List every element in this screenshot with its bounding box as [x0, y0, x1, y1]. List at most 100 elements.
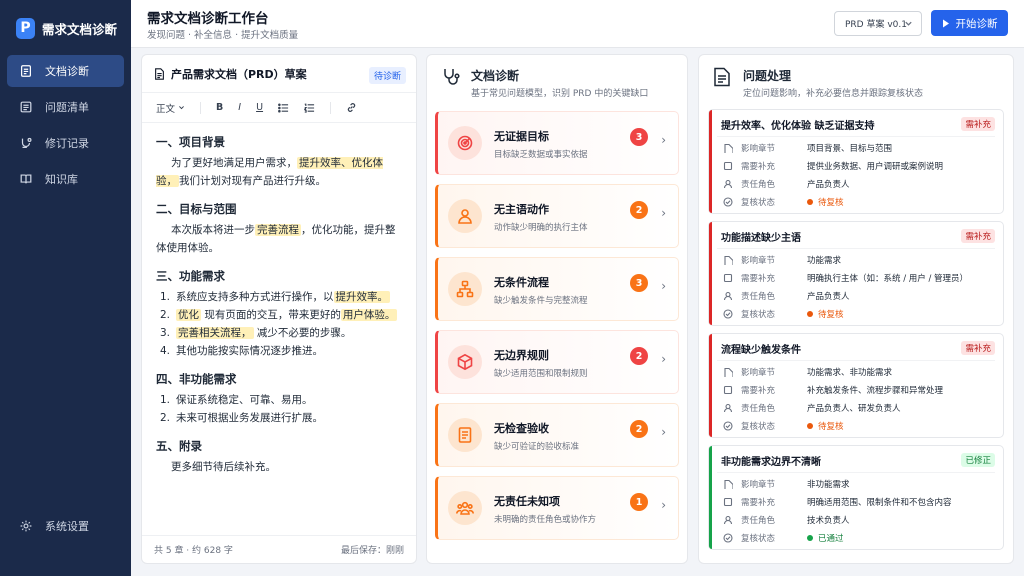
text-style-select[interactable]: 正文	[156, 101, 185, 115]
user-icon	[723, 403, 733, 413]
section-heading: 四、非功能需求	[156, 372, 237, 386]
divider	[717, 248, 995, 249]
issue-count-badge: 1	[630, 493, 648, 511]
sidebar-item-document-diagnosis[interactable]: 文档诊断	[7, 55, 124, 87]
issue-subtitle: 定位问题影响，补充必要信息并跟踪复核状态	[743, 89, 924, 99]
section-heading: 五、附录	[156, 439, 202, 453]
flow-icon	[448, 272, 482, 306]
sidebar: P 需求文档诊断 文档诊断 问题清单 修订记录 知识库 系统设置	[0, 0, 131, 576]
issue-row-review: 复核状态 待复核	[723, 417, 995, 435]
start-diagnosis-label: 开始诊断	[955, 17, 998, 30]
row-value: 项目背景、目标与范围	[807, 144, 893, 154]
issue-row-review: 复核状态 已通过	[723, 529, 995, 547]
sidebar-item-label: 文档诊断	[45, 65, 89, 78]
issue-row-chapter: 影响章节 项目背景、目标与范围	[723, 139, 995, 157]
team-icon	[448, 491, 482, 525]
sidebar-item-label: 系统设置	[45, 520, 89, 533]
paragraph: 更多细节待后续补充。	[171, 461, 276, 473]
checkbox-icon	[723, 497, 733, 507]
highlight: 用户体验。	[340, 309, 398, 321]
brand-name: 需求文档诊断	[41, 21, 117, 37]
diagnosis-desc: 未明确的责任角色或协作方	[494, 515, 597, 525]
sidebar-item-label: 问题清单	[45, 101, 89, 114]
chevron-right-icon: ›	[661, 352, 666, 366]
diagnosis-subtitle: 基于常见问题模型，识别 PRD 中的关键缺口	[471, 89, 649, 99]
row-label: 责任角色	[741, 180, 776, 190]
file-icon	[724, 143, 733, 153]
link-icon[interactable]	[346, 102, 357, 113]
diagnosis-list: 无证据目标 目标缺乏数据或事实依据 3 › 无主语动作 动作缺少明确的执行主体 2 › 无条件流…	[427, 109, 687, 551]
issue-list: 提升效率、优化体验 缺乏证据支持 需补充 影响章节 项目背景、目标与范围 需要补充 提供业…	[699, 107, 1013, 559]
check-circle-icon	[723, 197, 733, 207]
page-subtitle: 发现问题 · 补全信息 · 提升文档质量	[147, 30, 299, 41]
top-header: 需求文档诊断工作台 发现问题 · 补全信息 · 提升文档质量 PRD 草案 v0…	[131, 0, 1024, 48]
row-value: 待复核	[818, 198, 844, 208]
issue-panel: 问题处理 定位问题影响，补充必要信息并跟踪复核状态 提升效率、优化体验 缺乏证据…	[698, 54, 1014, 564]
diagnosis-card[interactable]: 无检查验收 缺少可验证的验收标准 2 ›	[435, 403, 679, 467]
divider	[717, 472, 995, 473]
issue-row-role: 责任角色 产品负责人	[723, 287, 995, 305]
list-icon	[20, 101, 32, 113]
issue-row-supplement: 需要补充 补充触发条件、流程步骤和异常处理	[723, 381, 995, 399]
user-icon	[723, 179, 733, 189]
sidebar-item-knowledge-base[interactable]: 知识库	[7, 163, 124, 195]
diagnosis-panel: 文档诊断 基于常见问题模型，识别 PRD 中的关键缺口 无证据目标 目标缺乏数据或…	[426, 54, 688, 564]
issue-title: 问题处理	[743, 69, 792, 83]
issue-count-badge: 3	[630, 128, 648, 146]
italic-button[interactable]: I	[238, 102, 241, 113]
issue-row-supplement: 需要补充 明确适用范围、限制条件和不包含内容	[723, 493, 995, 511]
list-item: 1. 系统应支持多种方式进行操作，以 提升效率。	[160, 291, 391, 303]
chevron-down-icon	[179, 106, 184, 110]
row-value: 已通过	[818, 534, 844, 544]
row-value: 明确适用范围、限制条件和不包含内容	[807, 498, 952, 508]
sidebar-item-settings[interactable]: 系统设置	[7, 510, 124, 542]
status-bar	[709, 110, 712, 213]
numbered-list-icon[interactable]	[304, 103, 315, 113]
issue-count-badge: 3	[630, 274, 648, 292]
brand: P 需求文档诊断	[0, 0, 131, 44]
chevron-right-icon: ›	[661, 425, 666, 439]
diagnosis-title: 文档诊断	[471, 69, 520, 83]
diagnosis-card[interactable]: 无边界规则 缺少适用范围和限制规则 2 ›	[435, 330, 679, 394]
sidebar-item-label: 知识库	[45, 173, 78, 186]
diagnosis-name: 无检查验收	[494, 422, 549, 435]
underline-button[interactable]: U	[256, 102, 263, 113]
user-icon	[448, 199, 482, 233]
diagnosis-card[interactable]: 无责任未知项 未明确的责任角色或协作方 1 ›	[435, 476, 679, 540]
bold-button[interactable]: B	[216, 102, 223, 113]
row-value: 功能需求、非功能需求	[807, 368, 893, 378]
document-panel: 产品需求文档（PRD）草案 待诊断 正文 B I U 一、项目背景 为了更好地满…	[141, 54, 417, 564]
status-badge: 需补充	[961, 229, 995, 243]
status-bar	[709, 446, 712, 549]
checkbox-icon	[723, 273, 733, 283]
sidebar-item-issue-list[interactable]: 问题清单	[7, 91, 124, 123]
row-value: 功能需求	[807, 256, 842, 266]
status-bar	[709, 222, 712, 325]
sidebar-nav: 文档诊断 问题清单 修订记录 知识库	[0, 55, 131, 195]
file-text-icon	[155, 67, 164, 80]
row-label: 需要补充	[741, 386, 776, 396]
issue-card-title: 提升效率、优化体验 缺乏证据支持	[721, 121, 875, 132]
version-select[interactable]: PRD 草案 v0.1	[834, 11, 922, 36]
issue-card[interactable]: 流程缺少触发条件 需补充 影响章节 功能需求、非功能需求 需要补充 补充触发条件、流程步骤…	[708, 333, 1004, 438]
document-icon	[21, 65, 31, 77]
issue-card[interactable]: 提升效率、优化体验 缺乏证据支持 需补充 影响章节 项目背景、目标与范围 需要补充 提供业…	[708, 109, 1004, 214]
check-circle-icon	[723, 421, 733, 431]
document-content[interactable]: 一、项目背景 为了更好地满足用户需求， 提升效率、优化体验， 我们计划对现有产品进行…	[142, 123, 416, 482]
bullet-list-icon[interactable]	[278, 103, 289, 113]
word-count: 共 5 章 · 约 628 字	[154, 546, 233, 556]
status-badge: 已修正	[961, 453, 995, 467]
issue-card[interactable]: 功能描述缺少主语 需补充 影响章节 功能需求 需要补充 明确执行主体（如：系统 / 用户 …	[708, 221, 1004, 326]
status-dot	[807, 423, 813, 429]
list-item: 1. 保证系统稳定、可靠、易用。	[160, 394, 313, 406]
issue-card[interactable]: 非功能需求边界不清晰 已修正 影响章节 非功能需求 需要补充 明确适用范围、限制条件和不包…	[708, 445, 1004, 550]
start-diagnosis-button[interactable]: 开始诊断	[931, 10, 1008, 36]
diagnosis-card[interactable]: 无证据目标 目标缺乏数据或事实依据 3 ›	[435, 111, 679, 175]
row-value: 技术负责人	[807, 516, 850, 526]
status-dot	[807, 535, 813, 541]
toolbar-divider	[200, 101, 202, 114]
diagnosis-card[interactable]: 无条件流程 缺少触发条件与完整流程 3 ›	[435, 257, 679, 321]
diagnosis-card[interactable]: 无主语动作 动作缺少明确的执行主体 2 ›	[435, 184, 679, 248]
issue-row-role: 责任角色 技术负责人	[723, 511, 995, 529]
sidebar-item-revision-history[interactable]: 修订记录	[7, 127, 124, 159]
